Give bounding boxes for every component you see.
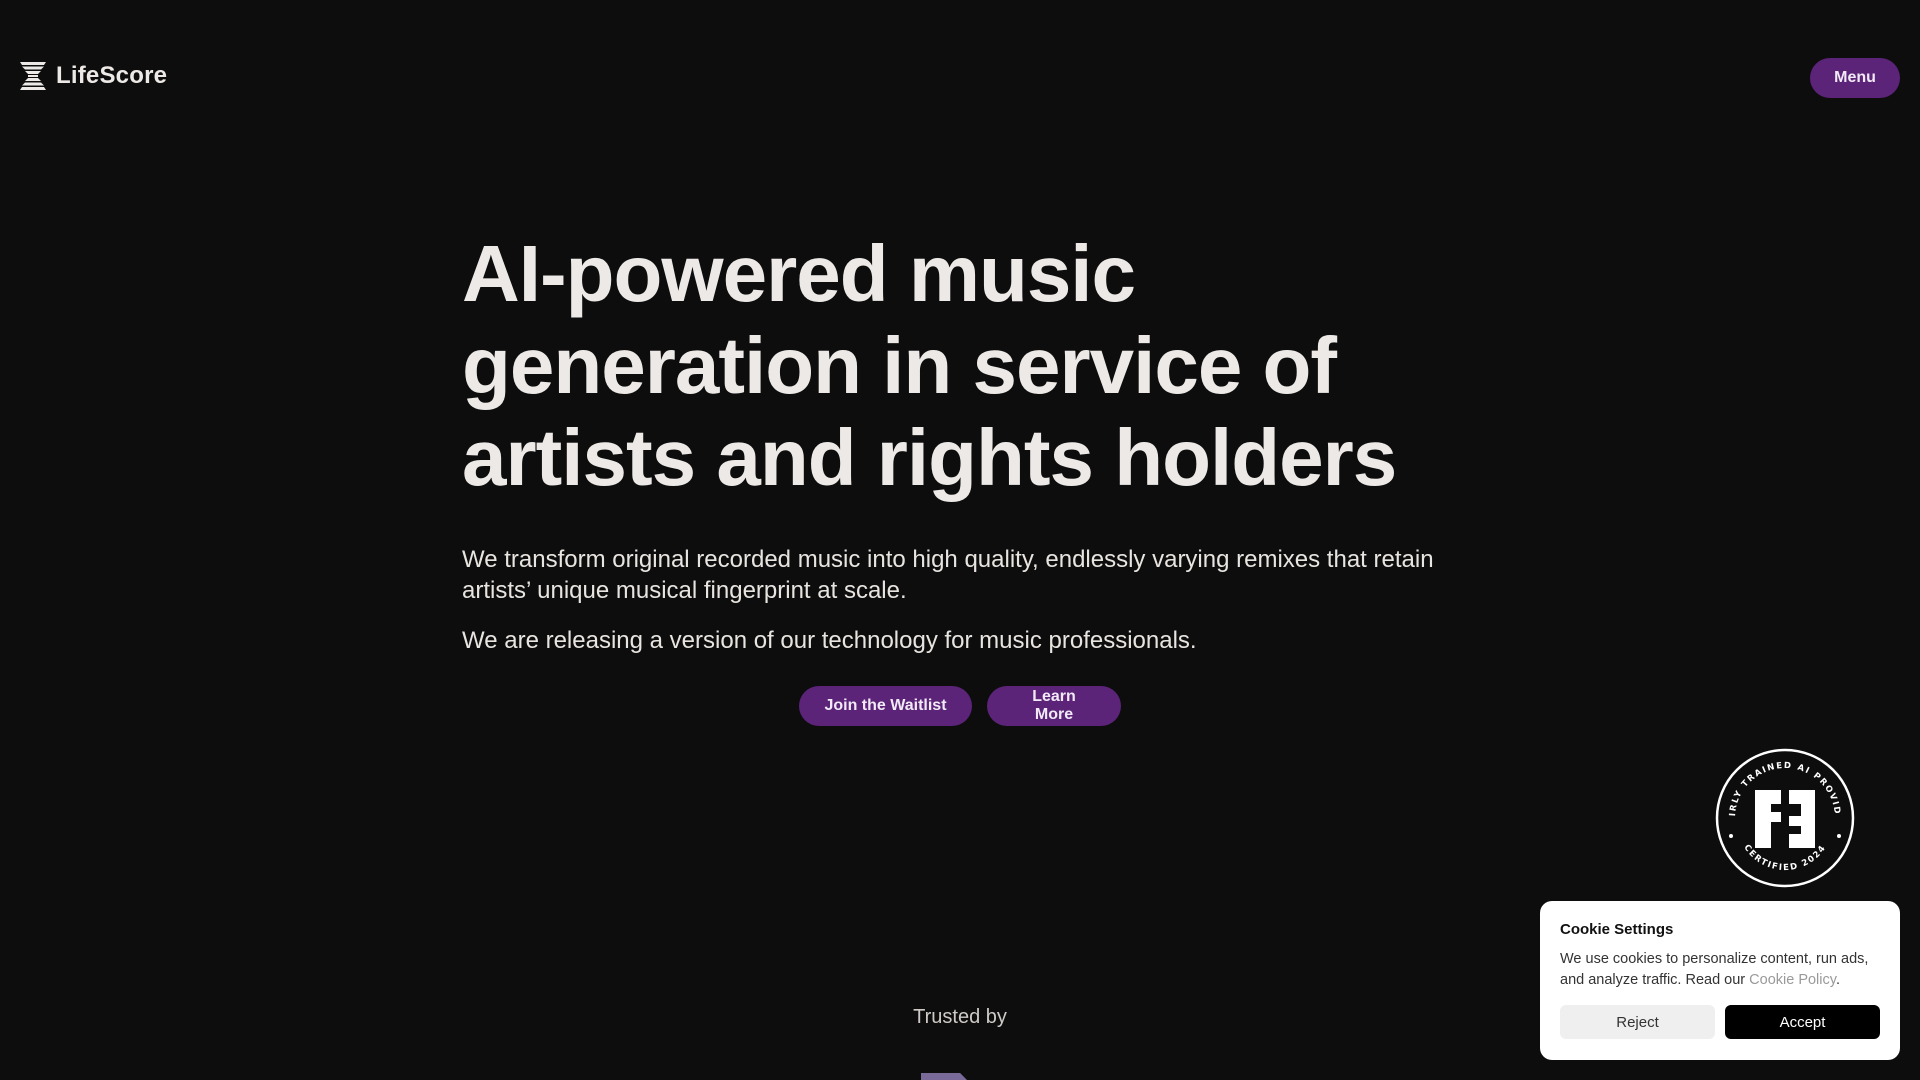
brand-logo-link[interactable]: LifeScore — [20, 62, 167, 90]
fairly-trained-badge-graphic: FAIRLY TRAINED AI PROVIDER CERTIFIED 202… — [1711, 741, 1855, 888]
hero-section: AI-powered music generation in service o… — [462, 228, 1462, 656]
cookie-text: We use cookies to personalize content, r… — [1560, 949, 1880, 991]
fairly-trained-badge[interactable]: FAIRLY TRAINED AI PROVIDER CERTIFIED 202… — [1711, 741, 1855, 888]
hero-title: AI-powered music generation in service o… — [462, 229, 1397, 502]
page: LifeScore Menu AI-powered music generati… — [0, 0, 1920, 1080]
hero-subtitle: We transform original recorded music int… — [462, 546, 1434, 604]
cookie-policy-link[interactable]: Cookie Policy — [1749, 972, 1836, 988]
lifescore-logo-icon — [20, 62, 46, 90]
brand-name: LifeScore — [56, 62, 168, 89]
join-waitlist-button[interactable]: Join the Waitlist — [799, 686, 972, 726]
cookie-banner: Cookie Settings We use cookies to person… — [1540, 901, 1900, 1060]
cookie-title: Cookie Settings — [1560, 921, 1674, 938]
cookie-actions: Reject Accept — [1560, 1005, 1880, 1039]
hero-note: We are releasing a version of our techno… — [462, 627, 1197, 654]
learn-more-button[interactable]: Learn More — [987, 686, 1121, 726]
partner-logo — [921, 1073, 967, 1080]
hero-cta-group: Join the Waitlist Learn More — [799, 686, 1121, 726]
reject-cookies-button[interactable]: Reject — [1560, 1005, 1715, 1039]
accept-cookies-button[interactable]: Accept — [1725, 1005, 1880, 1039]
menu-button[interactable]: Menu — [1810, 58, 1900, 98]
cookie-text-end: . — [1835, 972, 1840, 988]
